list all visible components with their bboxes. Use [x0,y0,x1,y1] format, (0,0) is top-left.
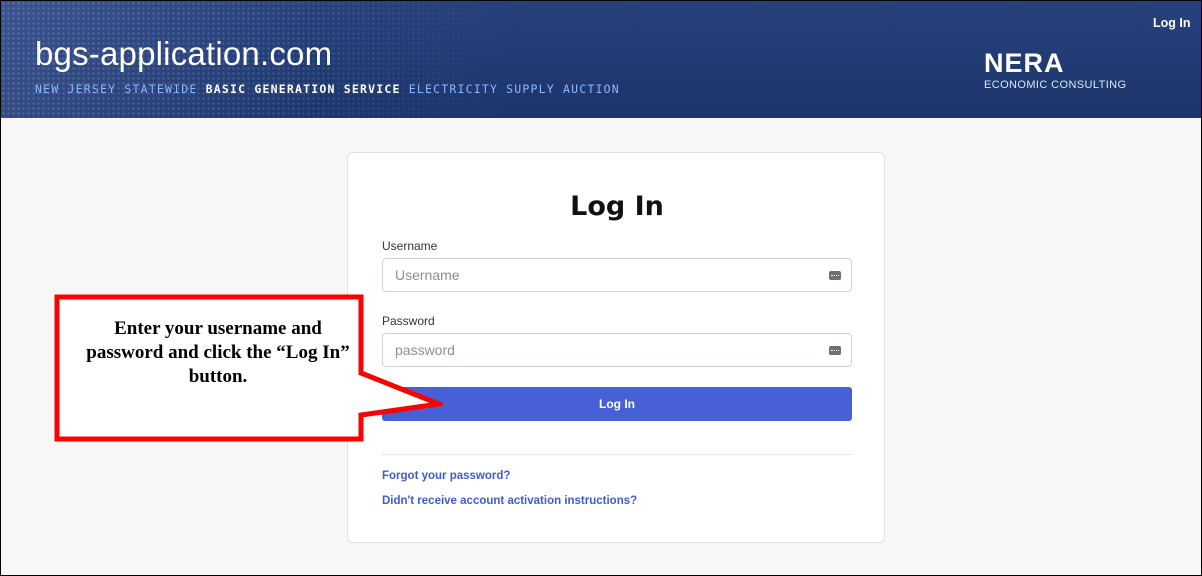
site-title: bgs-application.com [35,35,333,72]
activation-instructions-link[interactable]: Didn't receive account activation instru… [382,495,637,507]
instruction-callout: Enter your username and password and cli… [53,293,443,443]
username-input[interactable] [383,259,813,291]
logo-name: NERA [984,48,1065,78]
subtitle-part-1: New Jersey Statewide [35,82,206,96]
header-login-link[interactable]: Log In [1153,16,1191,30]
site-header-banner: bgs-application.com New Jersey Statewide… [1,1,1201,118]
divider [382,454,852,455]
password-manager-key-icon[interactable] [829,271,841,280]
username-field-wrapper [382,258,852,292]
page-frame: bgs-application.com New Jersey Statewide… [0,0,1202,576]
username-label: Username [382,239,438,253]
password-manager-key-icon[interactable] [829,346,841,355]
password-input[interactable] [383,334,813,366]
nera-logo: NERA ECONOMIC CONSULTING [984,48,1126,92]
login-button[interactable]: Log In [382,387,852,421]
subtitle-part-2: Basic Generation Service [205,82,401,96]
forgot-password-link[interactable]: Forgot your password? [382,470,510,482]
subtitle-part-3: Electricity Supply Auction [400,82,620,96]
password-field-wrapper [382,333,852,367]
site-subtitle: New Jersey Statewide Basic Generation Se… [35,82,620,96]
callout-text: Enter your username and password and cli… [86,318,350,387]
login-title: Log In [570,191,664,222]
logo-tagline: ECONOMIC CONSULTING [984,79,1127,91]
